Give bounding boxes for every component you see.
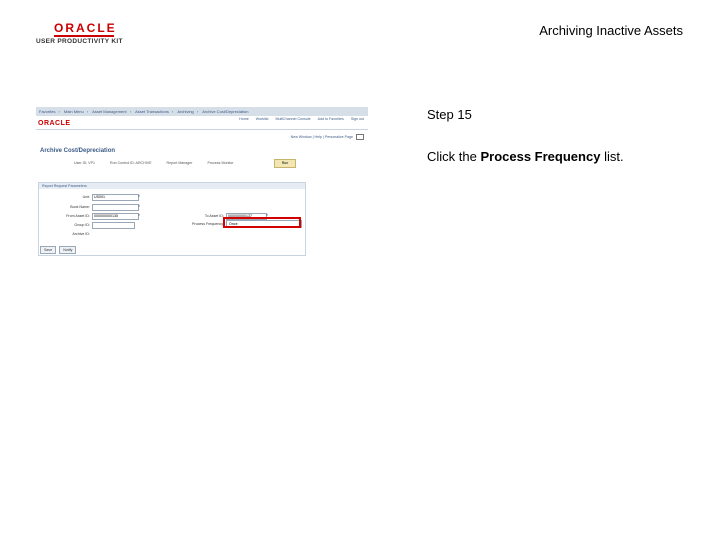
process-frequency-label: Process Frequency: bbox=[192, 222, 224, 226]
step-title: Step 15 bbox=[427, 107, 472, 122]
header-link[interactable]: Sign out bbox=[351, 117, 364, 121]
nav-item[interactable]: Asset Transactions bbox=[135, 109, 169, 114]
page-buttons: Save Notify bbox=[40, 246, 78, 254]
header-link[interactable]: Worklist bbox=[256, 117, 269, 121]
run-button[interactable]: Run bbox=[274, 159, 296, 168]
application-screenshot: Favorites › Main Menu › Asset Management › … bbox=[36, 107, 368, 257]
new-window-icon[interactable] bbox=[356, 134, 364, 140]
step-instruction: Click the Process Frequency list. bbox=[427, 149, 624, 164]
instruction-prefix: Click the bbox=[427, 149, 477, 164]
unit-field[interactable]: US001 bbox=[92, 194, 139, 201]
app-brand-logo: ORACLE bbox=[38, 120, 71, 127]
book-name-field[interactable] bbox=[92, 204, 139, 211]
report-manager-link[interactable]: Report Manager bbox=[167, 161, 193, 165]
header-link[interactable]: Add to Favorites bbox=[318, 117, 344, 121]
lookup-icon[interactable]: ⌕ bbox=[138, 193, 140, 198]
book-name-label: Book Name: bbox=[70, 205, 90, 209]
group-id-field[interactable] bbox=[92, 222, 135, 229]
logo-brand: ORACLE bbox=[54, 21, 117, 35]
utility-links-text[interactable]: New Window | Help | Personalize Page bbox=[291, 135, 353, 139]
nav-item[interactable]: Favorites bbox=[39, 109, 55, 114]
page-utility-links: New Window | Help | Personalize Page bbox=[291, 134, 364, 140]
nav-item[interactable]: Main Menu bbox=[64, 109, 84, 114]
header-divider bbox=[36, 129, 368, 130]
header-link[interactable]: Home bbox=[239, 117, 249, 121]
instruction-target: Process Frequency bbox=[480, 149, 601, 164]
run-control-info: User ID: VP1 Run Control ID: ARCHIVE Rep… bbox=[74, 161, 247, 165]
document-title: Archiving Inactive Assets bbox=[539, 23, 683, 38]
instruction-suffix: list. bbox=[604, 149, 624, 164]
run-control-id: Run Control ID: ARCHIVE bbox=[109, 161, 152, 165]
save-button[interactable]: Save bbox=[40, 246, 57, 254]
notify-button[interactable]: Notify bbox=[59, 246, 77, 254]
breadcrumb-nav: Favorites › Main Menu › Asset Management › … bbox=[36, 107, 368, 116]
header-link[interactable]: MultiChannel Console bbox=[275, 117, 310, 121]
nav-item[interactable]: Archive Cost/Depreciation bbox=[202, 109, 248, 114]
section-title: Report Request Parameters bbox=[39, 183, 305, 189]
logo-rule bbox=[54, 35, 114, 37]
group-id-label: Group ID: bbox=[74, 223, 90, 227]
nav-item[interactable]: Archiving bbox=[177, 109, 193, 114]
logo-product: USER PRODUCTIVITY KIT bbox=[36, 38, 123, 45]
nav-item[interactable]: Asset Management bbox=[92, 109, 126, 114]
unit-label: Unit: bbox=[82, 195, 90, 199]
lookup-icon[interactable]: ⌕ bbox=[138, 203, 140, 208]
archive-id-label: Archive ID: bbox=[72, 232, 90, 236]
to-asset-label: To Asset ID: bbox=[204, 214, 224, 218]
header-links: Home Worklist MultiChannel Console Add t… bbox=[233, 117, 364, 121]
page-title: Archive Cost/Depreciation bbox=[40, 148, 116, 154]
from-asset-field[interactable]: 000000000135 bbox=[92, 213, 139, 220]
lookup-icon[interactable]: ⌕ bbox=[138, 212, 140, 217]
process-monitor-link[interactable]: Process Monitor bbox=[208, 161, 234, 165]
oracle-upk-logo: ORACLE USER PRODUCTIVITY KIT bbox=[36, 22, 128, 46]
user-id: User ID: VP1 bbox=[74, 161, 95, 165]
process-frequency-highlight bbox=[223, 217, 301, 228]
from-asset-label: From Asset ID: bbox=[66, 214, 90, 218]
